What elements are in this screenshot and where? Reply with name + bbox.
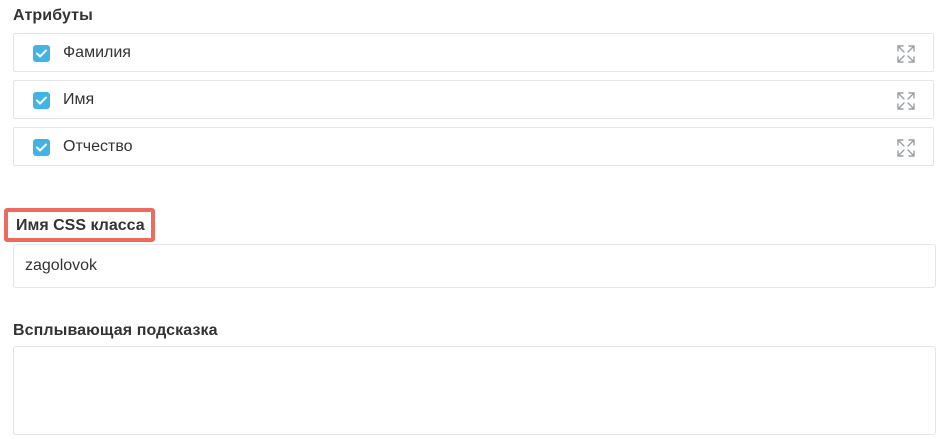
tooltip-label: Всплывающая подсказка — [13, 322, 218, 339]
tooltip-textarea[interactable] — [13, 346, 936, 435]
attribute-label: Имя — [63, 91, 95, 108]
attribute-row-lastname[interactable]: Фамилия — [13, 33, 934, 72]
attribute-label: Фамилия — [63, 44, 131, 61]
checkbox-lastname[interactable] — [33, 45, 50, 62]
css-class-label: Имя CSS класса — [16, 217, 145, 234]
attribute-label: Отчество — [63, 138, 133, 155]
css-class-input[interactable] — [13, 244, 936, 288]
check-icon — [36, 96, 47, 105]
attributes-title: Атрибуты — [13, 7, 93, 24]
attribute-row-firstname[interactable]: Имя — [13, 80, 934, 119]
expand-icon[interactable] — [895, 137, 917, 159]
expand-icon[interactable] — [895, 43, 917, 65]
attribute-row-patronymic[interactable]: Отчество — [13, 127, 934, 166]
checkbox-patronymic[interactable] — [33, 139, 50, 156]
check-icon — [36, 49, 47, 58]
check-icon — [36, 143, 47, 152]
css-class-label-highlight: Имя CSS класса — [4, 208, 155, 242]
checkbox-firstname[interactable] — [33, 92, 50, 109]
expand-icon[interactable] — [895, 90, 917, 112]
